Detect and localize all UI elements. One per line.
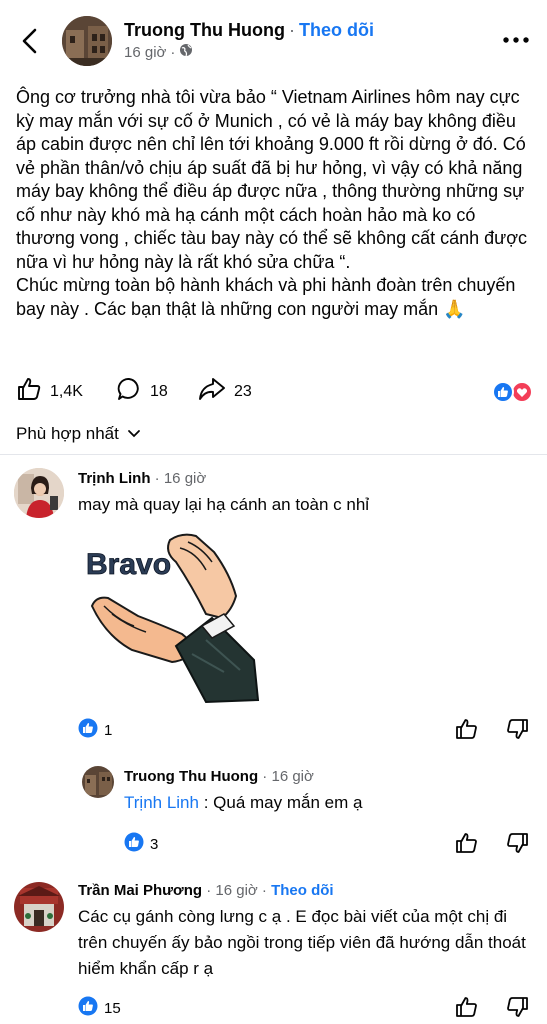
like-reaction-icon <box>78 718 98 742</box>
author-avatar[interactable] <box>62 16 112 66</box>
comment-bubble-icon <box>116 376 142 407</box>
reply-like-icon[interactable] <box>454 830 480 856</box>
comment-time[interactable]: 16 giờ <box>215 882 257 899</box>
post-meta: 16 giờ · <box>124 43 193 61</box>
like-reaction-icon <box>124 832 144 856</box>
comment-author-row: Trịnh Linh · 16 giờ <box>78 470 207 487</box>
comment-dislike-icon[interactable] <box>504 994 530 1020</box>
author-name-row: Truong Thu Huong · Theo dõi <box>124 20 374 41</box>
comment-author-row: Trần Mai Phương · 16 giờ · Theo dõi <box>78 882 334 899</box>
reactions-summary[interactable] <box>490 380 534 404</box>
like-count: 1,4K <box>50 382 83 400</box>
reply-time[interactable]: 16 giờ <box>271 768 313 785</box>
author-name[interactable]: Truong Thu Huong <box>124 20 285 40</box>
share-count: 23 <box>234 382 252 400</box>
reply-dislike-icon[interactable] <box>504 830 530 856</box>
commenter-avatar[interactable] <box>14 468 64 518</box>
more-options-icon[interactable] <box>500 30 532 50</box>
reply-author-row: Truong Thu Huong · 16 giờ <box>124 768 314 785</box>
commenter-avatar[interactable] <box>14 882 64 932</box>
sort-label: Phù hợp nhất <box>16 424 119 443</box>
reply-like-summary[interactable]: 3 <box>124 832 158 856</box>
back-arrow-icon[interactable] <box>18 26 42 56</box>
follow-button[interactable]: Theo dõi <box>299 20 374 40</box>
post-header: Truong Thu Huong · Theo dõi 16 giờ · <box>0 0 547 72</box>
separator: · <box>288 20 295 40</box>
like-button[interactable]: 1,4K <box>16 376 83 407</box>
like-reaction-icon <box>78 996 98 1020</box>
reply-text: : Quá may mắn em ạ <box>198 793 363 812</box>
globe-icon <box>179 43 193 61</box>
comment-count: 18 <box>150 382 168 400</box>
comment-like-summary[interactable]: 15 <box>78 996 121 1020</box>
comment-like-count: 1 <box>104 721 113 739</box>
post-paragraph-2: Chúc mừng toàn bộ hành khách và phi hành… <box>16 275 516 319</box>
comment-author[interactable]: Trần Mai Phương <box>78 882 202 899</box>
post-paragraph-1: Ông cơ trưởng nhà tôi vừa bảo “ Vietnam … <box>16 87 528 272</box>
comment-dislike-icon[interactable] <box>504 716 530 742</box>
reply-author[interactable]: Truong Thu Huong <box>124 768 258 785</box>
comment-like-icon[interactable] <box>454 994 480 1020</box>
post-time[interactable]: 16 giờ <box>124 44 166 61</box>
chevron-down-icon <box>127 424 141 444</box>
dot-separator: · <box>170 43 176 61</box>
comment-author[interactable]: Trịnh Linh <box>78 470 151 487</box>
comment-like-summary[interactable]: 1 <box>78 718 112 742</box>
comment-button[interactable]: 18 <box>116 376 168 407</box>
share-button[interactable]: 23 <box>198 376 252 407</box>
post-action-bar: 1,4K 18 23 <box>0 372 547 408</box>
comment-sort-dropdown[interactable]: Phù hợp nhất <box>16 424 141 444</box>
reply-text-row: Trịnh Linh : Quá may mắn em ạ <box>124 790 524 816</box>
comment-text: may mà quay lại hạ cánh an toàn c nhỉ <box>78 495 370 514</box>
bravo-clapping-sticker: Bravo <box>84 522 260 704</box>
reply-like-count: 3 <box>150 835 159 853</box>
divider <box>0 454 547 455</box>
post-body: Ông cơ trưởng nhà tôi vừa bảo “ Vietnam … <box>16 86 536 321</box>
reply-author-avatar[interactable] <box>82 766 114 798</box>
comment-text: Các cụ gánh còng lưng c ạ . E đọc bài vi… <box>78 907 526 978</box>
thumbs-up-icon <box>16 376 42 407</box>
follow-button[interactable]: Theo dõi <box>271 882 334 899</box>
comment-like-count: 15 <box>104 999 121 1017</box>
share-arrow-icon <box>198 376 226 407</box>
comment-time[interactable]: 16 giờ <box>164 470 206 487</box>
mention-link[interactable]: Trịnh Linh <box>124 793 199 812</box>
comment-like-icon[interactable] <box>454 716 480 742</box>
sticker-text: Bravo <box>86 548 171 581</box>
